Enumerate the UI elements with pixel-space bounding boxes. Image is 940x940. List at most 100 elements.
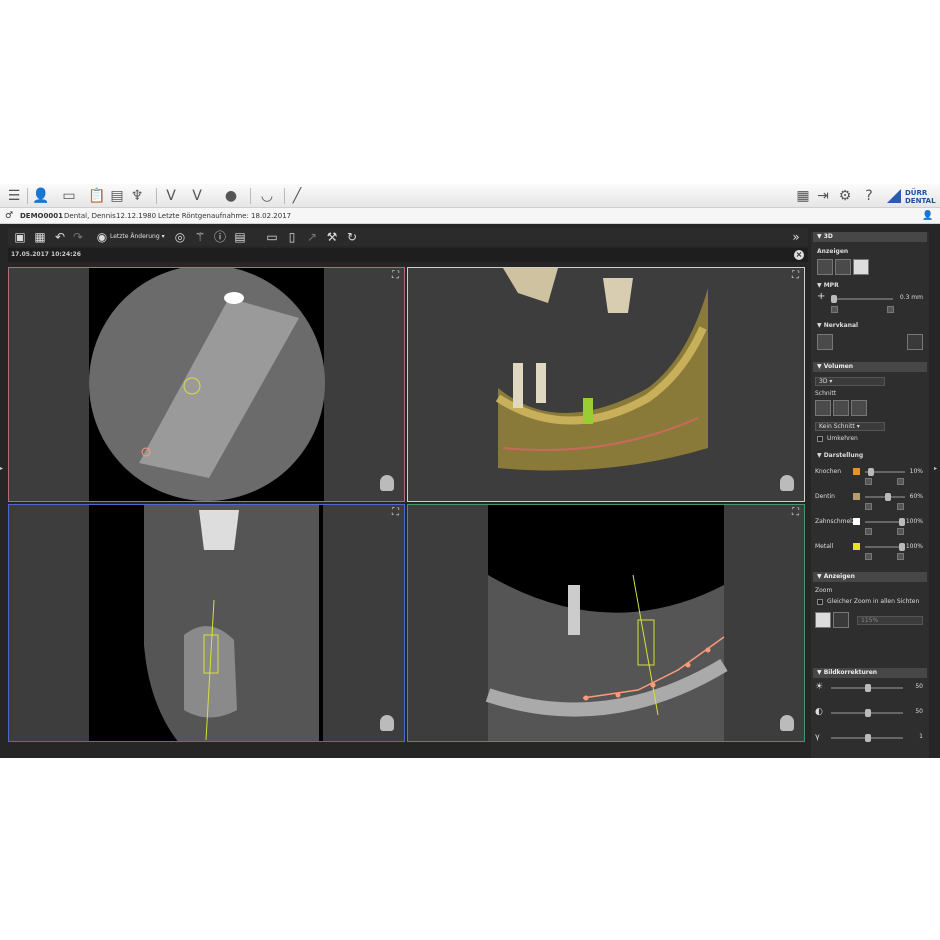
head-icon[interactable]: ● <box>222 187 240 205</box>
section-volumen[interactable]: ▼ Volumen <box>813 362 927 372</box>
gamma-slider[interactable] <box>831 734 903 742</box>
darstellung-section[interactable]: ▼ Darstellung <box>817 452 863 460</box>
section-3d[interactable]: ▼ 3D <box>813 232 927 242</box>
mpr-minus-button[interactable] <box>831 306 838 313</box>
plus-icon[interactable]: + <box>817 292 825 302</box>
tissue-minus-button[interactable] <box>865 528 872 535</box>
right-collapse-handle[interactable]: ▸ <box>934 449 940 489</box>
tissue-color-swatch[interactable] <box>853 493 860 500</box>
mpr-plus-button[interactable] <box>887 306 894 313</box>
cut-mode-1-icon[interactable] <box>815 400 831 416</box>
archive-icon[interactable]: ▦ <box>794 187 812 205</box>
help-icon[interactable]: ? <box>860 187 878 205</box>
info-icon[interactable]: ⓘ <box>212 229 228 245</box>
tissue-plus-button[interactable] <box>897 528 904 535</box>
clipboard-icon[interactable]: 📋 <box>88 187 106 205</box>
patient-id: DEMO0001 <box>20 212 63 220</box>
export-icon[interactable]: ↗ <box>304 229 320 245</box>
brand-line1: DÜRR <box>905 189 928 197</box>
expand-icon[interactable]: » <box>788 229 804 245</box>
main-toolbar: ☰ 👤 ▭ 📋 ▤ ♆ V V ● ◡ ╱ ▦ ⇥ ⚙ ? DÜRR DENTA… <box>0 184 940 208</box>
tissue-color-swatch[interactable] <box>853 518 860 525</box>
close-icon[interactable]: × <box>794 250 804 260</box>
zoom-select[interactable]: 115% <box>857 616 923 625</box>
tissue-plus-button[interactable] <box>897 478 904 485</box>
tissue-opacity-slider[interactable] <box>865 493 905 501</box>
implant-icon[interactable]: ⚚ <box>192 229 208 245</box>
scan-icon[interactable]: ◡ <box>258 187 276 205</box>
view-mode-jaw-icon[interactable] <box>817 259 833 275</box>
rotate-icon[interactable]: ↻ <box>344 229 360 245</box>
section-anzeigen[interactable]: ▼ Anzeigen <box>813 572 927 582</box>
mpr-section[interactable]: ▼ MPR <box>817 282 839 290</box>
viewport-axial[interactable]: ⛶ <box>8 267 405 502</box>
gear-icon[interactable]: ⚙ <box>836 187 854 205</box>
last-change-dropdown[interactable]: Letzte Änderung ▾ <box>110 228 165 246</box>
logout-icon[interactable]: ⇥ <box>814 187 832 205</box>
layout-icon[interactable]: ▦ <box>32 229 48 245</box>
nervkanal-section[interactable]: ▼ Nervkanal <box>817 322 858 330</box>
tissue-color-swatch[interactable] <box>853 543 860 550</box>
tissue-opacity-slider[interactable] <box>865 518 905 526</box>
tissue-label: Knochen <box>815 468 842 475</box>
tissue-minus-button[interactable] <box>865 553 872 560</box>
view-mode-jaw-alt-icon[interactable] <box>835 259 851 275</box>
zoom-out-icon[interactable] <box>833 612 849 628</box>
cut-mode-3-icon[interactable] <box>851 400 867 416</box>
tissue-label: Metall <box>815 543 834 550</box>
section-bildkorrekturen[interactable]: ▼ Bildkorrekturen <box>813 668 927 678</box>
screenshot-icon[interactable]: ▣ <box>12 229 28 245</box>
tissue-opacity-slider[interactable] <box>865 468 905 476</box>
eye-icon[interactable]: ◉ <box>94 229 110 245</box>
user-icon[interactable]: 👤 <box>922 208 933 224</box>
contrast-value: 50 <box>915 708 923 715</box>
contrast-slider[interactable] <box>831 709 903 717</box>
brightness-slider[interactable] <box>831 684 903 692</box>
trash-icon[interactable]: ▯ <box>284 229 300 245</box>
id-card-icon[interactable]: ▭ <box>60 187 78 205</box>
patient-icon[interactable]: 👤 <box>32 187 50 205</box>
view-mode-hand-icon[interactable] <box>853 259 869 275</box>
left-collapse-handle[interactable]: ▸ <box>0 449 6 489</box>
panoramic-image <box>485 505 728 741</box>
same-zoom-checkbox[interactable] <box>817 599 823 605</box>
tissue-opacity-slider[interactable] <box>865 543 905 551</box>
tissue-plus-button[interactable] <box>897 503 904 510</box>
undo-icon[interactable]: ↶ <box>52 229 68 245</box>
invert-checkbox[interactable] <box>817 436 823 442</box>
pen-icon[interactable]: ╱ <box>288 187 306 205</box>
viewport-cross-section[interactable]: ⛶ <box>8 504 405 742</box>
nerve-delete-icon[interactable] <box>907 334 923 350</box>
orientation-head-icon <box>380 475 394 491</box>
tools-icon[interactable]: ⚒ <box>324 229 340 245</box>
redo-icon[interactable]: ↷ <box>70 229 86 245</box>
tooth-icon[interactable]: ♆ <box>128 187 146 205</box>
tissue-minus-button[interactable] <box>865 478 872 485</box>
tissue-plus-button[interactable] <box>897 553 904 560</box>
maximize-icon[interactable]: ⛶ <box>392 508 399 518</box>
print-icon[interactable]: ▭ <box>264 229 280 245</box>
list-icon[interactable]: ☰ <box>5 187 23 205</box>
volume-image <box>495 268 708 471</box>
view-icon[interactable]: ◎ <box>172 229 188 245</box>
nerve-draw-icon[interactable] <box>817 334 833 350</box>
brightness-icon: ☀ <box>815 682 824 692</box>
viewport-panoramic[interactable]: ⛶ <box>407 504 805 742</box>
separator <box>27 188 28 204</box>
tissue-minus-button[interactable] <box>865 503 872 510</box>
maximize-icon[interactable]: ⛶ <box>392 271 399 281</box>
maximize-icon[interactable]: ⛶ <box>792 271 799 281</box>
document-icon[interactable]: ▤ <box>108 187 126 205</box>
viewport-3d[interactable]: ⛶ <box>407 267 805 502</box>
volume-select[interactable]: 3D ▾ <box>815 377 885 386</box>
cross-section-image <box>89 505 323 741</box>
report-icon[interactable]: ▤ <box>232 229 248 245</box>
tissue-color-swatch[interactable] <box>853 468 860 475</box>
cut-mode-2-icon[interactable] <box>833 400 849 416</box>
jaw-alt-icon[interactable]: V <box>188 187 206 205</box>
cut-select[interactable]: Kein Schnitt ▾ <box>815 422 885 431</box>
maximize-icon[interactable]: ⛶ <box>792 508 799 518</box>
zoom-in-icon[interactable] <box>815 612 831 628</box>
mpr-slider[interactable] <box>831 295 893 303</box>
jaw-icon[interactable]: V <box>162 187 180 205</box>
